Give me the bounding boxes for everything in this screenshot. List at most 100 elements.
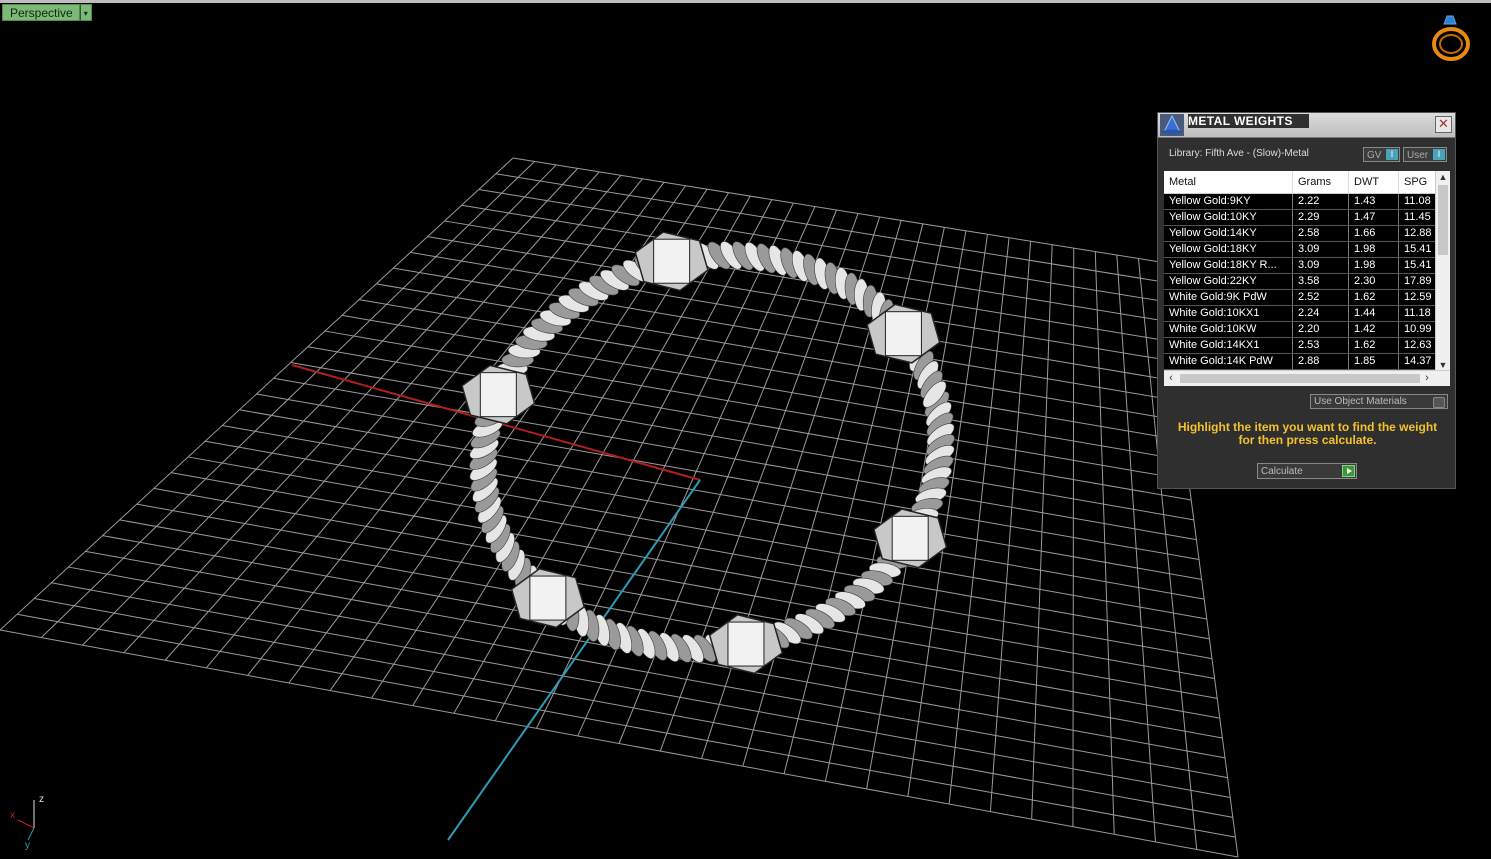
cell-metal: White Gold:10KW: [1164, 322, 1293, 337]
cell-metal: White Gold:9K PdW: [1164, 290, 1293, 305]
panel-titlebar[interactable]: METAL WEIGHTS ✕: [1158, 113, 1455, 138]
scroll-right-icon[interactable]: ›: [1420, 371, 1434, 386]
cell-dwt: 1.85: [1349, 354, 1399, 369]
grid-line: [1031, 244, 1053, 820]
cell-metal: Yellow Gold:18KY: [1164, 242, 1293, 257]
gv-toggle-knob[interactable]: I: [1386, 149, 1398, 160]
table-row[interactable]: White Gold:14K PdW 2.88 1.85 14.37: [1164, 354, 1436, 370]
setting-face: [884, 311, 922, 357]
grid-line: [222, 424, 1205, 600]
table-row[interactable]: White Gold:14KX1 2.53 1.62 12.63: [1164, 338, 1436, 354]
vertical-scroll-thumb[interactable]: [1438, 185, 1448, 255]
metal-weights-panel: METAL WEIGHTS ✕ Library: Fifth Ave - (Sl…: [1157, 112, 1456, 489]
grid-line: [948, 237, 1010, 805]
setting-face: [653, 238, 691, 284]
table-row[interactable]: White Gold:10KW 2.20 1.42 10.99: [1164, 322, 1436, 338]
cell-dwt: 1.62: [1349, 290, 1399, 305]
grid-line: [119, 519, 1220, 719]
cell-metal: Yellow Gold:18KY R...: [1164, 258, 1293, 273]
grid-line: [239, 409, 1202, 580]
ring-icon[interactable]: [1429, 14, 1473, 64]
table-row[interactable]: Yellow Gold:14KY 2.58 1.66 12.88: [1164, 226, 1436, 242]
instruction-text: Highlight the item you want to find the …: [1177, 420, 1438, 447]
table-row[interactable]: Yellow Gold:18KY 3.09 1.98 15.41: [1164, 242, 1436, 258]
close-icon[interactable]: ✕: [1435, 116, 1452, 133]
calculate-button[interactable]: Calculate: [1257, 463, 1357, 479]
cell-metal: Yellow Gold:22KY: [1164, 274, 1293, 289]
cell-spg: 15.41: [1399, 242, 1436, 257]
cell-spg: 11.18: [1399, 306, 1436, 321]
cell-dwt: 1.44: [1349, 306, 1399, 321]
horizontal-scrollbar[interactable]: ‹ ›: [1164, 370, 1450, 386]
cell-grams: 2.52: [1293, 290, 1349, 305]
scroll-left-icon[interactable]: ‹: [1164, 371, 1178, 386]
vertical-scrollbar[interactable]: ▲ ▼: [1435, 171, 1450, 371]
cell-spg: 15.41: [1399, 258, 1436, 273]
cell-dwt: 1.42: [1349, 322, 1399, 337]
col-dwt[interactable]: DWT: [1349, 171, 1399, 193]
grid-line: [205, 440, 1207, 620]
cell-grams: 2.22: [1293, 194, 1349, 209]
cell-metal: White Gold:14K PdW: [1164, 354, 1293, 369]
wizard-hat-icon: [1160, 114, 1184, 136]
cell-spg: 11.45: [1399, 210, 1436, 225]
gv-toggle[interactable]: GV I: [1363, 147, 1400, 162]
setting-head: [708, 613, 784, 675]
user-toggle-label: User: [1407, 150, 1429, 161]
metal-table[interactable]: Metal Grams DWT SPG Yellow Gold:9KY 2.22 1…: [1164, 171, 1450, 386]
col-metal[interactable]: Metal: [1164, 171, 1293, 193]
setting-head: [873, 508, 948, 569]
cell-metal: Yellow Gold:9KY: [1164, 194, 1293, 209]
use-object-materials-label: Use Object Materials: [1314, 396, 1407, 407]
cell-metal: White Gold:10KX1: [1164, 306, 1293, 321]
grid-line: [989, 241, 1032, 812]
cell-metal: Yellow Gold:14KY: [1164, 226, 1293, 241]
cell-dwt: 1.66: [1349, 226, 1399, 241]
axis-x-label: x: [10, 810, 15, 821]
use-object-materials-toggle[interactable]: Use Object Materials: [1310, 394, 1448, 409]
cell-grams: 2.24: [1293, 306, 1349, 321]
horizontal-scroll-thumb[interactable]: [1180, 374, 1420, 383]
setting-face: [479, 372, 517, 418]
grid-line: [68, 566, 1228, 779]
scroll-up-icon[interactable]: ▲: [1436, 171, 1450, 183]
grid-line: [51, 582, 1231, 798]
radio-icon[interactable]: [1433, 397, 1445, 408]
cell-dwt: 2.30: [1349, 274, 1399, 289]
setting-face: [529, 575, 567, 621]
grid-line: [1116, 255, 1156, 842]
table-row[interactable]: Yellow Gold:9KY 2.22 1.43 11.08: [1164, 194, 1436, 210]
table-row[interactable]: White Gold:10KX1 2.24 1.44 11.18: [1164, 306, 1436, 322]
table-row[interactable]: Yellow Gold:18KY R... 3.09 1.98 15.41: [1164, 258, 1436, 274]
viewport-name[interactable]: Perspective: [2, 4, 80, 21]
table-row[interactable]: Yellow Gold:22KY 3.58 2.30 17.89: [1164, 274, 1436, 290]
table-row[interactable]: White Gold:9K PdW 2.52 1.62 12.59: [1164, 290, 1436, 306]
cell-spg: 10.99: [1399, 322, 1436, 337]
viewport-dropdown-button[interactable]: ▾: [79, 4, 92, 21]
cell-spg: 12.63: [1399, 338, 1436, 353]
axis-z-label: z: [39, 794, 44, 805]
grid-line: [1072, 248, 1075, 827]
viewport-label[interactable]: Perspective ▾: [2, 4, 92, 21]
cell-grams: 2.53: [1293, 338, 1349, 353]
cell-spg: 12.59: [1399, 290, 1436, 305]
axis-y-label: y: [25, 840, 30, 850]
cell-grams: 2.20: [1293, 322, 1349, 337]
grid-line: [0, 629, 1239, 858]
cell-metal: White Gold:14KX1: [1164, 338, 1293, 353]
axis-triad-icon: z x y: [10, 794, 44, 850]
cell-spg: 12.88: [1399, 226, 1436, 241]
grid-line: [170, 472, 1213, 660]
cell-grams: 2.88: [1293, 354, 1349, 369]
gv-toggle-label: GV: [1367, 150, 1382, 161]
table-row[interactable]: Yellow Gold:10KY 2.29 1.47 11.45: [1164, 210, 1436, 226]
cell-grams: 3.09: [1293, 242, 1349, 257]
cell-grams: 2.58: [1293, 226, 1349, 241]
user-toggle-knob[interactable]: I: [1433, 149, 1445, 160]
col-spg[interactable]: SPG: [1399, 171, 1436, 193]
play-icon[interactable]: [1342, 465, 1355, 477]
col-grams[interactable]: Grams: [1293, 171, 1349, 193]
cell-grams: 3.58: [1293, 274, 1349, 289]
construction-grid: [0, 157, 1239, 858]
user-toggle[interactable]: User I: [1403, 147, 1447, 162]
